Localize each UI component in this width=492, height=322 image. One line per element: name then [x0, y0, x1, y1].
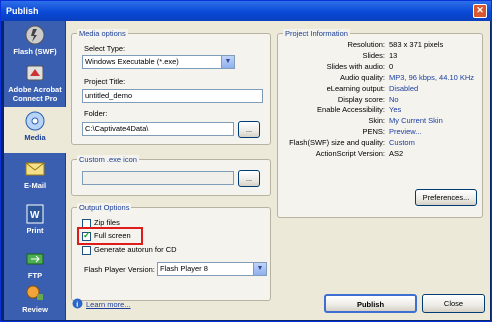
media-icon	[25, 111, 45, 131]
window-title: Publish	[6, 6, 39, 16]
info-row-label: Resolution:	[347, 40, 385, 49]
sidebar-item-email[interactable]: E-Mail	[4, 155, 66, 199]
svg-text:i: i	[76, 301, 78, 309]
dialog-body: Flash (SWF) Adobe Acrobat Connect Pro Me…	[4, 21, 490, 320]
info-row-label: Skin:	[368, 116, 385, 126]
flash-version-value: Flash Player 8	[160, 264, 208, 273]
publish-dialog: Publish ✕ Flash (SWF) Adobe Acrobat Conn…	[0, 0, 492, 322]
info-row-label: Display score:	[337, 94, 385, 104]
media-options-legend: Media options	[77, 29, 128, 38]
info-row-value[interactable]: Yes	[389, 105, 401, 114]
preferences-button[interactable]: Preferences...	[415, 189, 477, 206]
custom-icon-legend: Custom .exe icon	[77, 155, 139, 164]
folder-input[interactable]: C:\Captivate4Data\	[82, 122, 234, 136]
sidebar-item-label: E-Mail	[23, 181, 47, 190]
autorun-label: Generate autorun for CD	[94, 245, 177, 254]
project-title-label: Project Title:	[84, 77, 126, 86]
connect-icon	[26, 65, 44, 81]
sidebar: Flash (SWF) Adobe Acrobat Connect Pro Me…	[4, 21, 66, 320]
sidebar-item-print[interactable]: W Print	[4, 200, 66, 244]
title-bar: Publish ✕	[1, 1, 491, 21]
info-row-value: 0	[389, 61, 394, 71]
info-row-label: eLearning output:	[326, 83, 385, 93]
info-row-label: Slides with audio:	[326, 61, 385, 71]
custom-icon-input[interactable]	[82, 171, 234, 185]
autorun-checkbox[interactable]	[82, 246, 91, 255]
svg-text:W: W	[30, 210, 40, 221]
info-row-value[interactable]: MP3, 96 kbps, 44.10 KHz	[389, 73, 474, 82]
chevron-down-icon: ▼	[221, 56, 234, 68]
info-row-value[interactable]: Custom	[389, 138, 415, 147]
media-options-group: Media options Select Type: Windows Execu…	[71, 29, 271, 145]
output-options-group: Output Options Zip files Full screen Gen…	[71, 203, 271, 301]
info-row-value[interactable]: Preview...	[389, 127, 422, 136]
select-type-dropdown[interactable]: Windows Executable (*.exe) ▼	[82, 55, 235, 69]
folder-label: Folder:	[84, 109, 108, 118]
close-button[interactable]: Close	[422, 294, 485, 313]
sidebar-item-label: Flash (SWF)	[13, 47, 57, 56]
project-info-legend: Project Information	[283, 29, 350, 38]
sidebar-item-label: Review	[22, 305, 48, 314]
learn-more-link[interactable]: Learn more...	[86, 300, 131, 309]
project-info-group: Project Information Resolution: 583 x 371…	[277, 29, 483, 218]
info-row: ActionScript Version: AS2	[278, 149, 478, 161]
info-row-label: Enable Accessibility:	[317, 105, 385, 115]
project-title-input[interactable]: untitled_demo	[82, 89, 263, 103]
custom-icon-group: Custom .exe icon ...	[71, 155, 271, 196]
highlight-box	[77, 227, 143, 245]
ftp-icon	[26, 253, 44, 265]
output-options-legend: Output Options	[77, 203, 132, 212]
sidebar-item-label: Adobe Acrobat Connect Pro	[8, 85, 62, 103]
review-icon	[26, 285, 43, 300]
print-icon: W	[26, 204, 44, 224]
browse-folder-button[interactable]: ...	[238, 121, 260, 138]
zip-files-label: Zip files	[94, 218, 120, 227]
info-row-value: 13	[389, 50, 398, 60]
sidebar-item-review[interactable]: Review	[4, 279, 66, 319]
info-icon: i	[72, 298, 83, 309]
info-row-label: Flash(SWF) size and quality:	[289, 138, 385, 148]
select-type-label: Select Type:	[84, 44, 126, 53]
info-row-label: Slides:	[362, 50, 385, 60]
close-window-button[interactable]: ✕	[473, 4, 487, 18]
flash-version-dropdown[interactable]: Flash Player 8 ▼	[157, 262, 267, 276]
info-row-value: AS2	[389, 149, 404, 158]
sidebar-item-connect[interactable]: Adobe Acrobat Connect Pro	[4, 59, 66, 107]
info-row-value[interactable]: Disabled	[389, 84, 418, 93]
info-row-value[interactable]: No	[389, 95, 399, 104]
info-row-label: Audio quality:	[339, 72, 385, 82]
chevron-down-icon: ▼	[253, 263, 266, 275]
sidebar-item-flash[interactable]: Flash (SWF)	[4, 21, 66, 59]
browse-icon-button[interactable]: ...	[238, 170, 260, 187]
publish-button[interactable]: Publish	[324, 294, 417, 313]
info-row-label: PENS:	[362, 127, 385, 137]
flash-version-label: Flash Player Version:	[84, 265, 155, 274]
sidebar-item-label: Media	[24, 133, 46, 142]
sidebar-item-label: Print	[26, 226, 44, 235]
info-row-value: 583 x 371 pixels	[389, 40, 444, 49]
email-icon	[25, 162, 45, 176]
select-type-value: Windows Executable (*.exe)	[85, 57, 179, 66]
sidebar-item-media[interactable]: Media	[4, 107, 66, 153]
info-row-label: ActionScript Version:	[315, 149, 385, 158]
flash-icon	[25, 25, 45, 45]
info-row-value[interactable]: My Current Skin	[389, 116, 443, 125]
